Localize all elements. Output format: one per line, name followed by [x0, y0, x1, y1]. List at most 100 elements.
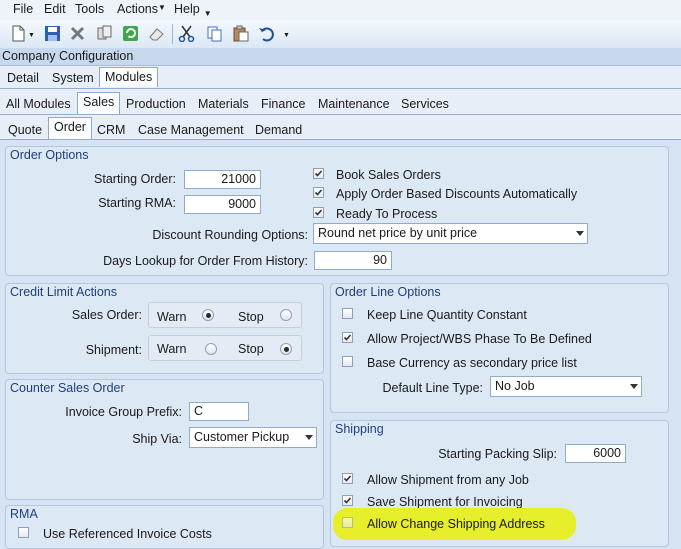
use-referenced-invoice-label: Use Referenced Invoice Costs [43, 527, 212, 541]
menu-actions[interactable]: Actions▼ [117, 2, 166, 16]
tab-materials[interactable]: Materials [198, 97, 249, 111]
invoice-prefix-input[interactable]: C [189, 402, 249, 421]
window-title: Company Configuration [2, 49, 134, 63]
use-referenced-invoice-checkbox[interactable] [18, 527, 29, 538]
rma-title: RMA [10, 507, 38, 521]
book-sales-orders-label: Book Sales Orders [336, 168, 441, 182]
chevron-down-icon[interactable] [576, 231, 584, 236]
menu-actions-label: Actions [117, 2, 158, 16]
tab-sales[interactable]: Sales [77, 92, 121, 114]
ship-via-select[interactable]: Customer Pickup [189, 427, 317, 448]
allow-project-label: Allow Project/WBS Phase To Be Defined [367, 332, 592, 346]
more-dropdown-icon[interactable]: ▼ [283, 32, 290, 39]
base-currency-checkbox[interactable] [342, 356, 353, 367]
ready-to-process-label: Ready To Process [336, 207, 438, 221]
eraser-icon[interactable] [148, 25, 165, 42]
apply-discounts-label: Apply Order Based Discounts Automaticall… [336, 187, 578, 201]
tab-demand[interactable]: Demand [255, 123, 302, 137]
caret-down-icon: ▼ [158, 3, 166, 12]
discount-rounding-label: Discount Rounding Options: [152, 228, 308, 242]
paste-icon[interactable] [232, 25, 249, 42]
allow-change-address-checkbox[interactable] [342, 517, 353, 528]
sales-order-warn-radio[interactable] [202, 309, 214, 321]
toolbar-separator [172, 24, 173, 44]
modules-tab-row: All Modules Sales Production Materials F… [0, 89, 681, 115]
shipment-warn-radio[interactable] [205, 343, 217, 355]
tab-all-modules[interactable]: All Modules [6, 97, 71, 111]
menu-edit[interactable]: Edit [44, 2, 66, 16]
tab-production[interactable]: Production [126, 97, 186, 111]
radio-selected-icon [283, 346, 289, 352]
invoice-prefix-label: Invoice Group Prefix: [65, 405, 182, 419]
apply-discounts-checkbox[interactable] [313, 187, 324, 198]
save-shipment-invoicing-label: Save Shipment for Invoicing [367, 495, 523, 509]
ready-to-process-checkbox[interactable] [313, 207, 324, 218]
allow-change-address-label: Allow Change Shipping Address [367, 517, 545, 531]
ship-via-label: Ship Via: [132, 432, 182, 446]
starting-rma-label: Starting RMA: [98, 196, 176, 210]
starting-packing-label: Starting Packing Slip: [438, 447, 557, 461]
days-lookup-label: Days Lookup for Order From History: [103, 254, 308, 268]
allow-shipment-any-job-checkbox[interactable] [342, 473, 353, 484]
new-dropdown-icon[interactable]: ▼ [28, 32, 35, 39]
default-line-type-select[interactable]: No Job [490, 376, 642, 397]
shipping-title: Shipping [335, 422, 384, 436]
credit-limit-title: Credit Limit Actions [10, 285, 117, 299]
discount-rounding-value: Round net price by unit price [318, 226, 478, 240]
toolbar: ▼ ▼ [0, 20, 681, 49]
days-lookup-input[interactable]: 90 [314, 251, 392, 270]
save-shipment-invoicing-checkbox[interactable] [342, 495, 353, 506]
base-currency-label: Base Currency as secondary price list [367, 356, 577, 370]
window-title-bar: Company Configuration [0, 48, 681, 66]
sales-tab-row: Quote Order CRM Case Management Demand [0, 115, 681, 140]
menu-file[interactable]: File [13, 2, 33, 16]
tab-finance[interactable]: Finance [261, 97, 305, 111]
sales-order-warn-label: Warn [157, 310, 187, 324]
keep-line-qty-checkbox[interactable] [342, 308, 353, 319]
undo-icon[interactable] [258, 25, 275, 42]
keep-line-qty-label: Keep Line Quantity Constant [367, 308, 527, 322]
default-line-type-label: Default Line Type: [382, 381, 483, 395]
tab-case-management[interactable]: Case Management [138, 123, 244, 137]
tab-order[interactable]: Order [48, 117, 92, 139]
save-icon[interactable] [44, 25, 61, 42]
chevron-down-icon[interactable] [305, 435, 313, 440]
book-sales-orders-checkbox[interactable] [313, 168, 324, 179]
refresh-icon[interactable] [122, 25, 139, 42]
allow-project-checkbox[interactable] [342, 332, 353, 343]
tab-crm[interactable]: CRM [97, 123, 125, 137]
caret-down-icon: ▼ [203, 9, 212, 18]
tab-maintenance[interactable]: Maintenance [318, 97, 390, 111]
tab-modules[interactable]: Modules [99, 67, 159, 87]
sales-order-stop-label: Stop [238, 310, 264, 324]
order-line-options-title: Order Line Options [335, 285, 441, 299]
shipment-warn-label: Warn [157, 342, 187, 356]
delete-icon[interactable] [69, 25, 86, 42]
main-tab-row: Detail System Modules [0, 66, 681, 89]
tab-quote[interactable]: Quote [8, 123, 42, 137]
chevron-down-icon[interactable] [630, 384, 638, 389]
shipment-stop-label: Stop [238, 342, 264, 356]
default-line-type-value: No Job [495, 379, 535, 393]
shipment-credit-label: Shipment: [85, 343, 142, 357]
copy-icon[interactable] [96, 25, 113, 42]
starting-rma-input[interactable]: 9000 [184, 195, 261, 214]
sales-order-stop-radio[interactable] [280, 309, 292, 321]
tab-services[interactable]: Services [401, 97, 449, 111]
starting-order-label: Starting Order: [94, 172, 176, 186]
new-icon[interactable] [10, 25, 27, 42]
radio-selected-icon [205, 312, 211, 318]
shipment-stop-radio[interactable] [280, 343, 292, 355]
menu-tools[interactable]: Tools [75, 2, 104, 16]
tab-system[interactable]: System [52, 71, 94, 85]
starting-packing-input[interactable]: 6000 [565, 444, 626, 463]
discount-rounding-select[interactable]: Round net price by unit price [313, 223, 588, 244]
menu-help[interactable]: Help ▼ [174, 2, 212, 18]
cut-icon[interactable] [178, 25, 195, 42]
allow-shipment-any-job-label: Allow Shipment from any Job [367, 473, 529, 487]
starting-order-input[interactable]: 21000 [184, 170, 261, 189]
sales-order-credit-label: Sales Order: [71, 308, 142, 322]
copy-doc-icon[interactable] [206, 25, 223, 42]
tab-detail[interactable]: Detail [7, 71, 39, 85]
counter-sales-title: Counter Sales Order [10, 381, 125, 395]
